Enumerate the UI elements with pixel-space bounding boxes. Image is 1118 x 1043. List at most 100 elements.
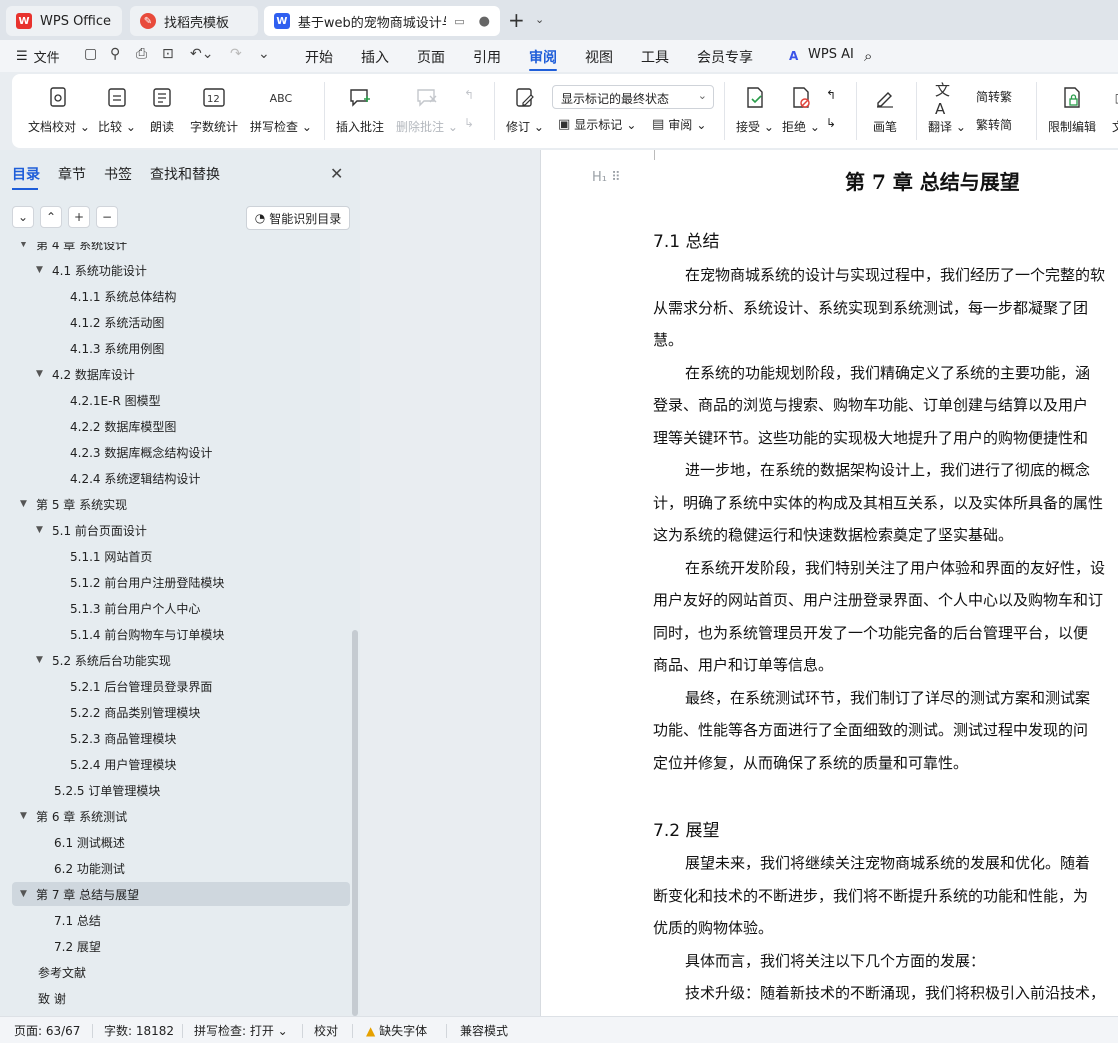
expand-triangle-icon[interactable]: ▼: [36, 369, 52, 379]
toc-item[interactable]: 4.2.1E-R 图模型: [70, 388, 161, 412]
toc-item[interactable]: ▼ 第 4 章 系统设计: [20, 242, 127, 256]
word-count-status[interactable]: 字数: 18182: [104, 1022, 174, 1039]
menu-wps-ai[interactable]: WPS AI: [808, 47, 854, 62]
expand-triangle-icon[interactable]: ▼: [20, 811, 36, 821]
print-preview-icon[interactable]: ⊡: [162, 46, 174, 62]
toc-item[interactable]: ▼ 第 5 章 系统实现: [20, 492, 127, 516]
redo-icon[interactable]: ↷: [230, 46, 242, 62]
menu-page[interactable]: 页面: [417, 47, 445, 67]
toc-item[interactable]: ▼ 4.2 数据库设计: [36, 362, 135, 386]
to-simplified-button[interactable]: 繁转简: [976, 116, 1012, 133]
show-markup-button[interactable]: ▣ 显示标记 ⌄: [558, 116, 636, 133]
toc-item[interactable]: 4.1.3 系统用例图: [70, 336, 164, 360]
toc-item[interactable]: 6.1 测试概述: [54, 830, 125, 854]
word-count-button[interactable]: 12 字数统计: [190, 86, 238, 135]
menu-reference[interactable]: 引用: [473, 47, 501, 67]
screen-icon[interactable]: ▭: [454, 15, 464, 28]
tab-toc[interactable]: 目录: [12, 164, 40, 184]
menu-start[interactable]: 开始: [305, 47, 333, 67]
toc-item[interactable]: ▼ 4.1 系统功能设计: [36, 258, 147, 282]
remove-heading-button[interactable]: −: [96, 206, 118, 228]
read-aloud-button[interactable]: 朗读: [150, 86, 174, 135]
toc-item[interactable]: 4.2.2 数据库模型图: [70, 414, 176, 438]
restrict-edit-button[interactable]: 限制编辑: [1048, 86, 1096, 135]
toc-item[interactable]: 5.2.5 订单管理模块: [54, 778, 160, 802]
toc-item[interactable]: ▼ 第 7 章 总结与展望: [20, 882, 139, 906]
tab-bookmarks[interactable]: 书签: [104, 164, 132, 184]
toc-item[interactable]: ▼ 5.1 前台页面设计: [36, 518, 147, 542]
expand-triangle-icon[interactable]: ▼: [20, 889, 36, 899]
file-menu[interactable]: ☰ 文件: [16, 47, 60, 66]
doc-check-button[interactable]: 文档校对 ⌄: [28, 86, 90, 135]
menu-tools[interactable]: 工具: [641, 47, 669, 67]
markup-state-select[interactable]: 显示标记的最终状态 ⌄: [552, 85, 714, 109]
delete-comment-button[interactable]: 删除批注 ⌄: [396, 86, 458, 135]
prev-change-icon[interactable]: ↰: [826, 88, 836, 102]
toc-item[interactable]: 4.1.2 系统活动图: [70, 310, 164, 334]
toc-item[interactable]: 5.1.2 前台用户注册登陆模块: [70, 570, 224, 594]
compare-button[interactable]: 比较 ⌄: [98, 86, 136, 135]
toc-scrollbar[interactable]: [352, 630, 358, 1016]
expand-triangle-icon[interactable]: ▼: [36, 265, 52, 275]
spell-check-button[interactable]: ABC 拼写检查 ⌄: [250, 86, 312, 135]
toc-item[interactable]: 4.1.1 系统总体结构: [70, 284, 176, 308]
toc-item[interactable]: 参考文献: [38, 960, 86, 984]
insert-comment-button[interactable]: 插入批注: [336, 86, 384, 135]
link-icon[interactable]: ⚲: [110, 46, 120, 62]
accept-button[interactable]: 接受 ⌄: [736, 86, 774, 135]
expand-down-button[interactable]: ⌄: [12, 206, 34, 228]
review-pane-button[interactable]: ▤ 审阅 ⌄: [652, 116, 706, 133]
toc-item[interactable]: 5.1.4 前台购物车与订单模块: [70, 622, 224, 646]
collapse-up-button[interactable]: ⌃: [40, 206, 62, 228]
save-icon[interactable]: ▢: [84, 46, 97, 62]
toc-item[interactable]: 4.2.3 数据库概念结构设计: [70, 440, 212, 464]
menu-review[interactable]: 审阅: [529, 47, 557, 67]
toc-item[interactable]: 5.1.1 网站首页: [70, 544, 152, 568]
toc-item[interactable]: 6.2 功能测试: [54, 856, 125, 880]
search-icon[interactable]: ⌕: [864, 47, 872, 65]
wps-ai-icon[interactable]: A: [789, 49, 798, 63]
missing-font-status[interactable]: ▲ 缺失字体: [366, 1022, 427, 1039]
cut-text-button[interactable]: ▯ 文: [1106, 86, 1118, 135]
translate-button[interactable]: 文A 翻译 ⌄: [928, 81, 966, 135]
toc-item[interactable]: 4.2.4 系统逻辑结构设计: [70, 466, 200, 490]
reject-button[interactable]: 拒绝 ⌄: [782, 86, 820, 135]
to-traditional-button[interactable]: 简转繁: [976, 88, 1012, 105]
revise-button[interactable]: 修订 ⌄: [506, 86, 544, 135]
toc-item[interactable]: 5.2.4 用户管理模块: [70, 752, 176, 776]
toc-item[interactable]: 致 谢: [38, 986, 66, 1010]
toc-item[interactable]: 5.2.2 商品类别管理模块: [70, 700, 200, 724]
heading-marker-icon[interactable]: H₁ ⠿: [592, 170, 621, 185]
tab-document[interactable]: W 基于web的宠物商城设计与实 ▭ ●: [264, 6, 500, 36]
prev-comment-icon[interactable]: ↰: [464, 88, 474, 102]
expand-triangle-icon[interactable]: ▼: [36, 525, 52, 535]
expand-triangle-icon[interactable]: ▼: [36, 655, 52, 665]
menu-insert[interactable]: 插入: [361, 47, 389, 67]
expand-triangle-icon[interactable]: ▼: [20, 499, 36, 509]
toc-item[interactable]: 5.2.1 后台管理员登录界面: [70, 674, 212, 698]
tab-wps-office[interactable]: W WPS Office: [6, 6, 122, 36]
toc-item[interactable]: 5.2.3 商品管理模块: [70, 726, 176, 750]
toc-item[interactable]: ▼ 5.2 系统后台功能实现: [36, 648, 171, 672]
tab-find-replace[interactable]: 查找和替换: [150, 164, 220, 184]
menu-view[interactable]: 视图: [585, 47, 613, 67]
tab-dot-icon[interactable]: ●: [479, 14, 490, 29]
tab-docer[interactable]: ✎ 找稻壳模板: [130, 6, 258, 36]
pen-button[interactable]: 画笔: [873, 86, 897, 135]
new-tab-plus-icon[interactable]: +: [508, 8, 525, 32]
toc-item[interactable]: 7.2 展望: [54, 934, 101, 958]
toc-item[interactable]: 5.1.3 前台用户个人中心: [70, 596, 200, 620]
page-indicator[interactable]: 页面: 63/67: [14, 1022, 80, 1039]
add-heading-button[interactable]: +: [68, 206, 90, 228]
menu-member[interactable]: 会员专享: [697, 47, 753, 67]
proofread-status[interactable]: 校对: [314, 1022, 338, 1039]
close-icon[interactable]: ✕: [330, 164, 343, 183]
tab-sections[interactable]: 章节: [58, 164, 86, 184]
toc-item[interactable]: ▼ 第 6 章 系统测试: [20, 804, 127, 828]
next-change-icon[interactable]: ↳: [826, 116, 836, 130]
more-chevron-icon[interactable]: ⌄: [258, 46, 270, 62]
print-icon[interactable]: ⎙: [136, 46, 147, 62]
smart-toc-button[interactable]: ◔ 智能识别目录: [246, 206, 350, 230]
next-comment-icon[interactable]: ↳: [464, 116, 474, 130]
spell-check-status[interactable]: 拼写检查: 打开 ⌄: [194, 1022, 288, 1039]
